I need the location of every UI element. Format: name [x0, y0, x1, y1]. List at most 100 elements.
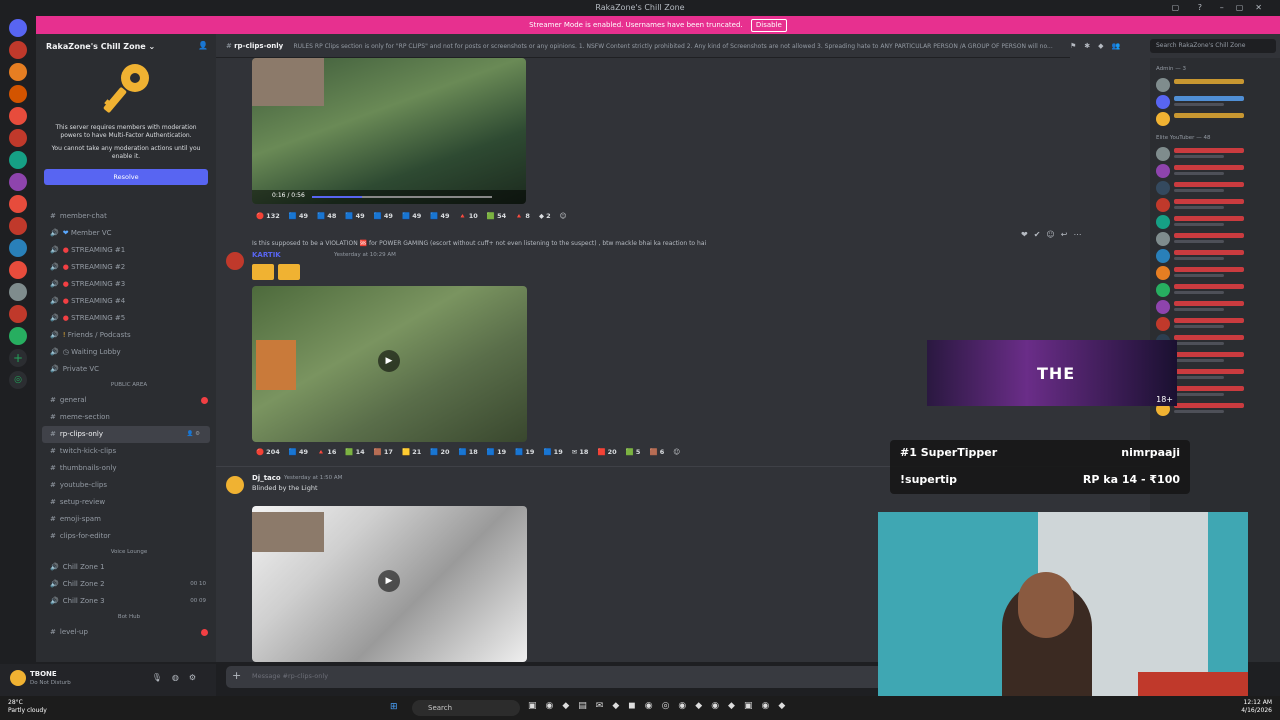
server-icon[interactable]	[9, 217, 27, 235]
attach-icon[interactable]: +	[232, 669, 241, 682]
channel-settings-icons[interactable]: 👤 ⚙	[186, 426, 200, 443]
server-icon[interactable]	[9, 305, 27, 323]
reaction[interactable]: 🟦 49	[289, 448, 308, 456]
reaction[interactable]: 🟦 49	[430, 212, 449, 220]
server-header[interactable]: RakaZone's Chill Zone ⌄ 👤	[36, 34, 216, 58]
reaction[interactable]: 🟦 19	[487, 448, 506, 456]
reaction[interactable]: 🟦 49	[345, 212, 364, 220]
add-server-icon[interactable]: +	[9, 349, 27, 367]
channel-thumbnails-only[interactable]: # thumbnails-only	[42, 460, 216, 477]
member-item[interactable]	[1150, 281, 1280, 298]
reaction[interactable]: 🔴 132	[256, 212, 280, 220]
reaction[interactable]: 🟫 17	[374, 448, 393, 456]
resolve-button[interactable]: Resolve	[44, 169, 208, 185]
server-icon[interactable]	[9, 107, 27, 125]
reaction[interactable]: 🟥 20	[597, 448, 616, 456]
voice-channel[interactable]: 🔊 Chill Zone 1	[42, 559, 216, 576]
reaction[interactable]: 🟦 48	[317, 212, 336, 220]
reaction[interactable]: 🔺 10	[459, 212, 478, 220]
reaction[interactable]: 🟦 18	[459, 448, 478, 456]
channel-twitch-kick-clips[interactable]: # twitch-kick-clips	[42, 443, 216, 460]
member-item[interactable]	[1150, 230, 1280, 247]
reaction[interactable]: 🟫 6	[650, 448, 665, 456]
voice-channel[interactable]: 🔊 ● STREAMING #1	[42, 242, 216, 259]
reaction[interactable]: ✉ 18	[572, 448, 589, 456]
avatar[interactable]	[10, 670, 26, 686]
category-voice-lounge[interactable]: Voice Lounge	[42, 545, 216, 559]
add-reaction-icon[interactable]: ☺	[560, 212, 567, 220]
channel-topic[interactable]: RULES RP Clips section is only for "RP C…	[293, 43, 1052, 50]
server-icon[interactable]	[9, 327, 27, 345]
reaction[interactable]: 🟦 19	[544, 448, 563, 456]
member-item[interactable]	[1150, 298, 1280, 315]
toolbar-icons[interactable]: ⚑✱◆👥	[1070, 34, 1128, 58]
member-item[interactable]	[1150, 162, 1280, 179]
reaction-row[interactable]: 🔴 132 🟦 49 🟦 48 🟦 49 🟦 49 🟦 49 🟦 49 🔺 10…	[256, 212, 573, 220]
play-icon[interactable]: ▶	[378, 570, 400, 592]
server-icon[interactable]	[9, 239, 27, 257]
voice-channel[interactable]: 🔊! Friends / Podcasts	[42, 327, 216, 344]
titlebar-icons[interactable]: ▢ ?	[1172, 0, 1210, 16]
explore-icon[interactable]: ◎	[9, 371, 27, 389]
reply-preview[interactable]: Is this supposed to be a VIOLATION 🆘 for…	[252, 240, 706, 247]
reaction[interactable]: 🟨 21	[402, 448, 421, 456]
channel-setup-review[interactable]: # setup-review	[42, 494, 216, 511]
voice-channel[interactable]: 🔊 Private VC	[42, 361, 216, 378]
channel-emoji-spam[interactable]: # emoji-spam	[42, 511, 216, 528]
reaction-row[interactable]: 🔴 204 🟦 49 🔺 16 🟩 14 🟫 17 🟨 21 🟦 20 🟦 18…	[256, 448, 687, 456]
reaction[interactable]: 🔴 204	[256, 448, 280, 456]
member-item[interactable]	[1150, 76, 1280, 93]
video-controls[interactable]: 0:16 / 0:56	[252, 190, 526, 204]
member-item[interactable]	[1150, 247, 1280, 264]
member-item[interactable]	[1150, 93, 1280, 110]
video-attachment[interactable]: ▶	[252, 286, 527, 442]
voice-channel[interactable]: 🔊 ● STREAMING #4	[42, 293, 216, 310]
server-icon[interactable]	[9, 85, 27, 103]
server-icon[interactable]	[9, 261, 27, 279]
add-reaction-icon[interactable]: ☺	[673, 448, 680, 456]
video-attachment[interactable]: ▶	[252, 506, 527, 662]
voice-channel[interactable]: 🔊 ❤ Member VC	[42, 225, 216, 242]
channel-member-chat[interactable]: # member-chat	[42, 208, 216, 225]
server-icon[interactable]	[9, 195, 27, 213]
voice-channel[interactable]: 🔊 Chill Zone 2 00 10	[42, 576, 216, 593]
server-icon[interactable]	[9, 63, 27, 81]
reaction[interactable]: 🟩 5	[626, 448, 641, 456]
channel-meme-section[interactable]: # meme-section	[42, 409, 216, 426]
reaction[interactable]: 🔺 8	[515, 212, 530, 220]
reaction[interactable]: 🟦 20	[430, 448, 449, 456]
voice-channel[interactable]: 🔊 ● STREAMING #3	[42, 276, 216, 293]
reaction[interactable]: 🟩 14	[345, 448, 364, 456]
channel-general[interactable]: # general	[42, 392, 216, 409]
home-icon[interactable]	[9, 19, 27, 37]
channel-clips-for-editor[interactable]: # clips-for-editor	[42, 528, 216, 545]
avatar[interactable]	[226, 476, 244, 494]
weather-widget[interactable]: 28°C Partly cloudy	[8, 699, 47, 715]
reaction[interactable]: 🟦 49	[289, 212, 308, 220]
reaction[interactable]: 🟩 54	[487, 212, 506, 220]
seek-bar[interactable]	[312, 196, 492, 198]
member-item[interactable]	[1150, 196, 1280, 213]
server-icon[interactable]	[9, 173, 27, 191]
voice-channel[interactable]: 🔊 ● STREAMING #2	[42, 259, 216, 276]
channel-rp-clips-only[interactable]: # rp-clips-only 👤 ⚙	[42, 426, 210, 443]
voice-channel[interactable]: 🔊 ● STREAMING #5	[42, 310, 216, 327]
message-actions[interactable]: ❤✔☺↩⋯	[1021, 230, 1087, 239]
reaction[interactable]: 🟦 49	[402, 212, 421, 220]
search-input[interactable]: Search RakaZone's Chill Zone	[1150, 39, 1276, 53]
voice-channel[interactable]: 🔊 ◷ Waiting Lobby	[42, 344, 216, 361]
member-item[interactable]	[1150, 145, 1280, 162]
user-controls[interactable]: 🎙◍⚙	[152, 673, 206, 682]
member-item[interactable]	[1150, 110, 1280, 127]
member-item[interactable]	[1150, 179, 1280, 196]
reaction[interactable]: 🟦 49	[374, 212, 393, 220]
window-controls[interactable]: –▢✕	[1220, 0, 1274, 16]
invite-icon[interactable]: 👤	[198, 41, 208, 50]
taskbar-search[interactable]: Search	[412, 700, 520, 716]
server-icon[interactable]	[9, 283, 27, 301]
reaction[interactable]: ◆ 2	[539, 212, 551, 220]
category-bot-hub[interactable]: Bot Hub	[42, 610, 216, 624]
channel-youtube-clips[interactable]: # youtube-clips	[42, 477, 216, 494]
member-item[interactable]	[1150, 264, 1280, 281]
voice-channel[interactable]: 🔊 Chill Zone 3 00 09	[42, 593, 216, 610]
